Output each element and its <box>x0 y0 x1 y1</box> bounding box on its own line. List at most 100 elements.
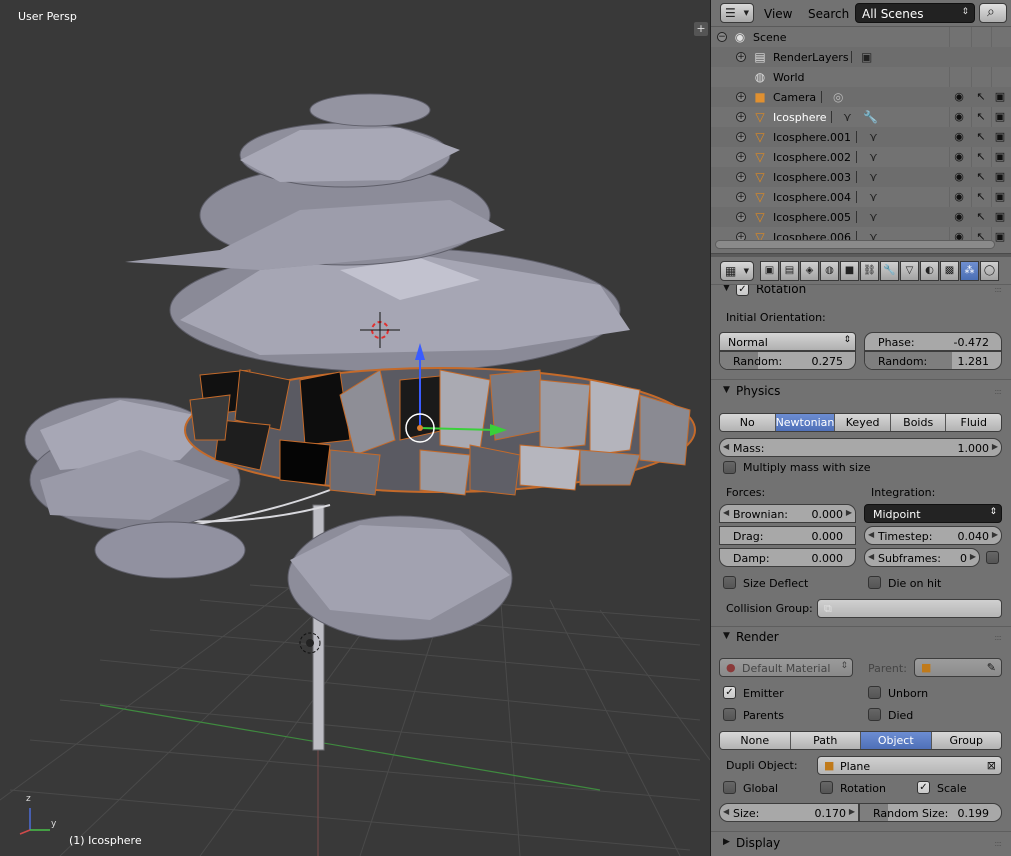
decrement-arrow-icon[interactable]: ◀ <box>868 552 874 561</box>
select-cursor-icon[interactable]: ↖ <box>974 190 988 204</box>
multiply-mass-checkbox[interactable] <box>723 461 736 474</box>
collapse-icon[interactable]: − <box>717 32 727 42</box>
dupli-object-field[interactable]: ■ Plane ⊠ <box>817 756 1002 775</box>
collision-group-field[interactable]: ⧉ <box>817 599 1002 618</box>
increment-arrow-icon[interactable]: ▶ <box>992 442 998 451</box>
expand-icon[interactable]: + <box>736 132 746 142</box>
grip-icon[interactable]: :::: <box>994 387 1002 396</box>
subframes-field[interactable]: ◀ Subframes: 0 ▶ <box>864 548 980 567</box>
expand-icon[interactable]: + <box>736 92 746 102</box>
adaptive-subframes-checkbox[interactable] <box>986 551 999 564</box>
material-select[interactable]: ● Default Material ⇕ <box>719 658 853 677</box>
rotation-checkbox[interactable] <box>820 781 833 794</box>
render-as-path[interactable]: Path <box>790 732 861 749</box>
parents-checkbox[interactable] <box>723 708 736 721</box>
visibility-eye-icon[interactable]: ◉ <box>952 150 966 164</box>
render-layers-tab-icon[interactable]: ▤ <box>780 261 799 281</box>
render-camera-icon[interactable]: ▣ <box>993 190 1007 204</box>
menu-view[interactable]: View <box>764 7 792 21</box>
grip-icon[interactable]: :::: <box>994 633 1002 642</box>
decrement-arrow-icon[interactable]: ◀ <box>723 508 729 517</box>
random-size-field[interactable]: Random Size: 0.199 <box>859 803 1002 822</box>
expand-icon[interactable]: + <box>736 152 746 162</box>
physics-type-boids[interactable]: Boids <box>890 414 947 431</box>
outliner-row-icosphere-003[interactable]: + ▽ Icosphere.003 ⋎ ◉ ↖ ▣ <box>711 167 1011 187</box>
data-tab-icon[interactable]: ▽ <box>900 261 919 281</box>
scale-checkbox[interactable]: ✓ <box>917 781 930 794</box>
phase-random-field[interactable]: Random: 1.281 <box>864 351 1002 370</box>
grip-icon[interactable]: :::: <box>994 285 1002 294</box>
physics-type-keyed[interactable]: Keyed <box>835 414 891 431</box>
outliner-row-icosphere-004[interactable]: + ▽ Icosphere.004 ⋎ ◉ ↖ ▣ <box>711 187 1011 207</box>
editor-type-button[interactable]: ▦ ▼ <box>720 261 754 281</box>
visibility-eye-icon[interactable]: ◉ <box>952 210 966 224</box>
render-camera-icon[interactable]: ▣ <box>993 90 1007 104</box>
mass-field[interactable]: ◀ Mass: 1.000 ▶ <box>719 438 1002 457</box>
editor-type-button[interactable]: ☰ ▼ <box>720 3 754 23</box>
size-deflect-checkbox[interactable] <box>723 576 736 589</box>
decrement-arrow-icon[interactable]: ◀ <box>723 807 729 816</box>
die-on-hit-checkbox[interactable] <box>868 576 881 589</box>
orientation-select[interactable]: Normal ⇕ <box>719 332 856 351</box>
material-tab-icon[interactable]: ◐ <box>920 261 939 281</box>
scenes-select[interactable]: All Scenes ⇕ <box>855 3 975 23</box>
outliner-row-icosphere-002[interactable]: + ▽ Icosphere.002 ⋎ ◉ ↖ ▣ <box>711 147 1011 167</box>
increment-arrow-icon[interactable]: ▶ <box>846 508 852 517</box>
brownian-field[interactable]: ◀ Brownian: 0.000 ▶ <box>719 504 856 523</box>
increment-arrow-icon[interactable]: ▶ <box>992 530 998 539</box>
decrement-arrow-icon[interactable]: ◀ <box>723 442 729 451</box>
select-cursor-icon[interactable]: ↖ <box>974 90 988 104</box>
scene-tab-icon[interactable]: ◈ <box>800 261 819 281</box>
parent-field[interactable]: ■ ✎ <box>914 658 1002 677</box>
rotation-random-field[interactable]: Random: 0.275 <box>719 351 856 370</box>
visibility-eye-icon[interactable]: ◉ <box>952 190 966 204</box>
unborn-checkbox[interactable] <box>868 686 881 699</box>
timestep-field[interactable]: ◀ Timestep: 0.040 ▶ <box>864 526 1002 545</box>
rotation-checkbox[interactable]: ✓ <box>736 285 749 296</box>
expand-icon[interactable]: + <box>736 52 746 62</box>
outliner-scrollbar[interactable] <box>715 240 995 249</box>
select-cursor-icon[interactable]: ↖ <box>974 130 988 144</box>
increment-arrow-icon[interactable]: ▶ <box>849 807 855 816</box>
global-checkbox[interactable] <box>723 781 736 794</box>
physics-tab-icon[interactable]: ◯ <box>980 261 999 281</box>
select-cursor-icon[interactable]: ↖ <box>974 170 988 184</box>
visibility-eye-icon[interactable]: ◉ <box>952 130 966 144</box>
render-camera-icon[interactable]: ▣ <box>993 210 1007 224</box>
panel-header-rotation[interactable]: ▼ ✓ Rotation :::: <box>711 285 1011 301</box>
outliner-row-camera[interactable]: + ■ Camera ◎ ◉ ↖ ▣ <box>711 87 1011 107</box>
visibility-eye-icon[interactable]: ◉ <box>952 90 966 104</box>
outliner-row-renderlayers[interactable]: + ▤ RenderLayers ▣ <box>711 47 1011 67</box>
physics-type-fluid[interactable]: Fluid <box>946 414 1001 431</box>
expand-icon[interactable]: + <box>736 212 746 222</box>
render-tab-icon[interactable]: ▣ <box>760 261 779 281</box>
visibility-eye-icon[interactable]: ◉ <box>952 110 966 124</box>
world-tab-icon[interactable]: ◍ <box>820 261 839 281</box>
object-tab-icon[interactable]: ■ <box>840 261 859 281</box>
visibility-eye-icon[interactable]: ◉ <box>952 170 966 184</box>
died-checkbox[interactable] <box>868 708 881 721</box>
panel-header-display[interactable]: ▶ Display :::: <box>711 833 1011 855</box>
grip-icon[interactable]: :::: <box>994 839 1002 848</box>
outliner-row-icosphere-005[interactable]: + ▽ Icosphere.005 ⋎ ◉ ↖ ▣ <box>711 207 1011 227</box>
select-cursor-icon[interactable]: ↖ <box>974 110 988 124</box>
render-as-group[interactable]: Group <box>931 732 1001 749</box>
size-field[interactable]: ◀ Size: 0.170 ▶ <box>719 803 859 822</box>
select-cursor-icon[interactable]: ↖ <box>974 210 988 224</box>
integration-select[interactable]: Midpoint ⇕ <box>864 504 1002 523</box>
viewport-scene[interactable] <box>0 0 710 856</box>
expand-icon[interactable]: + <box>736 112 746 122</box>
increment-arrow-icon[interactable]: ▶ <box>970 552 976 561</box>
menu-search[interactable]: Search <box>808 7 849 21</box>
modifiers-tab-icon[interactable]: 🔧 <box>880 261 899 281</box>
expand-icon[interactable]: + <box>736 172 746 182</box>
eyedropper-icon[interactable]: ✎ <box>987 661 996 674</box>
physics-type-selector[interactable]: No Newtonian Keyed Boids Fluid <box>719 413 1002 432</box>
render-camera-icon[interactable]: ▣ <box>993 150 1007 164</box>
render-camera-icon[interactable]: ▣ <box>993 230 1007 242</box>
render-as-selector[interactable]: None Path Object Group <box>719 731 1002 750</box>
outliner-row-icosphere-001[interactable]: + ▽ Icosphere.001 ⋎ ◉ ↖ ▣ <box>711 127 1011 147</box>
decrement-arrow-icon[interactable]: ◀ <box>868 530 874 539</box>
particles-tab-icon[interactable]: ⁂ <box>960 261 979 281</box>
phase-field[interactable]: Phase: -0.472 <box>864 332 1002 351</box>
